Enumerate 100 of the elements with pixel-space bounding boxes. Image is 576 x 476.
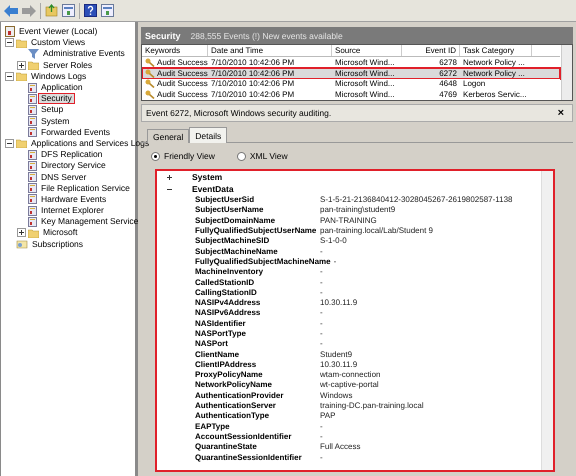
key-icon [145, 68, 155, 78]
tab[interactable]: Details [189, 127, 228, 143]
filter-icon [28, 48, 39, 59]
tree-item[interactable]: Forwarded Events [39, 128, 112, 137]
field-value: - [320, 318, 323, 329]
tree-item[interactable]: Directory Service [39, 161, 108, 170]
log-icon [28, 82, 37, 93]
expander-toggle[interactable] [5, 38, 14, 48]
tree-item[interactable]: Key Management Service [39, 217, 140, 226]
event-row[interactable]: Audit Success 7/10/2010 10:42:06 PM Microsoft Wind... 4648 Logon [142, 78, 560, 90]
log-title: Security [145, 30, 181, 40]
tree-item[interactable]: File Replication Service [39, 184, 132, 193]
tree-item[interactable]: DNS Server [39, 172, 88, 182]
radio-label[interactable]: XML View [250, 151, 288, 161]
log-icon [28, 160, 37, 171]
tab[interactable]: General [147, 129, 190, 143]
log-icon [28, 94, 37, 104]
tree-item[interactable]: Windows Logs [29, 72, 88, 81]
tree-item[interactable]: Microsoft [41, 228, 80, 238]
field-name: NASIPv6Address [195, 308, 262, 318]
tree-item[interactable]: DFS Replication [39, 150, 104, 160]
tree-item[interactable]: Subscriptions [30, 240, 86, 249]
field-name: NASIdentifier [195, 318, 247, 329]
table-cell: Microsoft Wind... [335, 58, 395, 67]
table-cell: 7/10/2010 10:42:06 PM [211, 68, 294, 78]
panel-icon[interactable] [62, 4, 75, 17]
field-name: NetworkPolicyName [195, 380, 273, 390]
table-cell: 4769 [439, 90, 457, 100]
log-icon [28, 194, 37, 204]
field-value: - [320, 339, 323, 350]
event-row[interactable]: Audit Success 7/10/2010 10:42:06 PM Microsoft Wind... 6278 Network Policy ... [142, 57, 560, 68]
folder-icon [28, 228, 39, 238]
expander-toggle[interactable] [5, 72, 14, 81]
column-header[interactable]: Event ID [402, 45, 460, 56]
field-value: - [320, 267, 323, 278]
column-header[interactable]: Source [332, 45, 402, 56]
scrollbar[interactable] [561, 45, 572, 100]
column-header[interactable]: Keywords [142, 45, 208, 56]
field-value: pan-training\student9 [320, 205, 396, 216]
field-value: - [320, 329, 323, 339]
log-icon [28, 206, 37, 216]
field-name: NASPortType [195, 329, 247, 339]
tree-item[interactable]: Server Roles [41, 60, 94, 70]
table-cell: Logon [463, 79, 486, 88]
field-value: - [320, 278, 323, 288]
radio-button[interactable] [236, 152, 246, 160]
field-value: - [320, 452, 323, 463]
column-header[interactable]: Task Category [460, 45, 532, 56]
field-name: SubjectDomainName [195, 216, 276, 226]
radio-label[interactable]: Friendly View [164, 151, 215, 161]
scrollbar[interactable] [541, 171, 553, 470]
close-button[interactable]: × [554, 107, 568, 119]
tree-item[interactable]: Custom Views [29, 38, 88, 48]
column-header[interactable]: Date and Time [208, 45, 332, 56]
section-title: EventData [192, 184, 234, 194]
field-name: ClientIPAddress [195, 360, 258, 370]
folder-up-icon[interactable] [45, 4, 58, 17]
log-icon [28, 150, 37, 160]
tree-item[interactable]: Setup [39, 105, 66, 114]
table-cell: Audit Success [157, 58, 208, 67]
field-name: AuthenticationServer [195, 401, 277, 412]
tree-item[interactable]: Application [39, 83, 85, 92]
field-value: wt-captive-portal [320, 380, 379, 390]
field-name: QuarantineSessionIdentifier [195, 452, 303, 463]
event-count: 288,555 Events (!) New events available [190, 30, 343, 40]
table-cell: 7/10/2010 10:42:06 PM [211, 79, 294, 88]
field-name: AccountSessionIdentifier [195, 432, 292, 442]
expander-toggle[interactable] [5, 138, 14, 148]
table-cell: 6272 [439, 68, 457, 78]
help-icon[interactable] [84, 4, 97, 17]
tree-item[interactable]: Internet Explorer [39, 206, 106, 216]
table-cell: Network Policy ... [463, 68, 525, 78]
field-name: MachineInventory [195, 267, 264, 278]
radio-button[interactable] [151, 152, 160, 160]
table-cell: 7/10/2010 10:42:06 PM [211, 58, 294, 67]
tree-item[interactable]: Hardware Events [39, 194, 108, 204]
field-value: 10.30.11.9 [320, 298, 358, 308]
field-value: - [320, 308, 323, 318]
table-cell: 4648 [439, 79, 457, 88]
field-name: FullyQualifiedSubjectMachineName [195, 256, 331, 267]
subscriptions-icon [16, 239, 28, 250]
tree-item[interactable]: Administrative Events [41, 49, 127, 58]
tree-item[interactable]: System [39, 116, 72, 126]
field-value: Student9 [320, 350, 352, 360]
field-name: FullyQualifiedSubjectUserName [195, 226, 317, 236]
table-cell: Audit Success [157, 68, 208, 78]
tree-item[interactable]: Event Viewer (Local) [17, 27, 100, 36]
tree-item[interactable]: Security [39, 94, 74, 104]
table-cell: Microsoft Wind... [335, 79, 395, 88]
folder-icon [28, 60, 39, 70]
section-toggle[interactable] [165, 172, 174, 182]
field-name: SubjectMachineSID [195, 236, 270, 246]
expander-toggle[interactable] [17, 60, 26, 70]
expander-toggle[interactable] [17, 228, 26, 238]
panel-icon[interactable] [101, 4, 114, 17]
field-value: - [320, 432, 323, 442]
back-arrow-icon[interactable] [4, 4, 18, 16]
table-cell: Microsoft Wind... [335, 90, 395, 100]
event-row[interactable]: Audit Success 7/10/2010 10:42:06 PM Microsoft Wind... 6272 Network Policy ... [142, 68, 560, 78]
log-icon [28, 116, 37, 126]
